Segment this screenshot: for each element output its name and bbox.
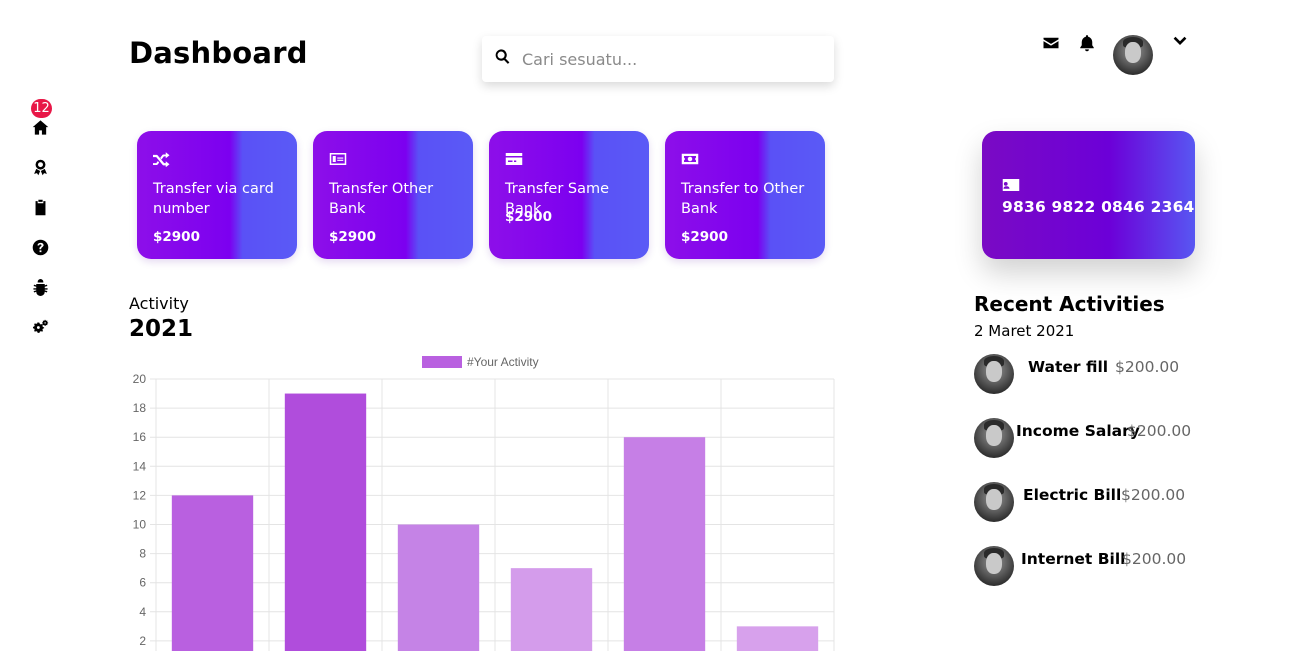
search-input[interactable] <box>522 47 812 71</box>
credit-card-icon <box>505 151 523 167</box>
transfer-card-to-other-bank[interactable]: Transfer to Other Bank $2900 <box>665 131 825 259</box>
search-icon[interactable] <box>494 48 511 65</box>
card-amount: $2900 <box>681 229 728 245</box>
activity-amount: $200.00 <box>1121 486 1186 504</box>
messages-button[interactable] <box>1042 34 1060 52</box>
sidebar-item-help[interactable] <box>28 235 52 259</box>
sidebar-item-bug[interactable] <box>28 275 52 299</box>
page-title: Dashboard <box>129 36 308 70</box>
y-tick-label: 2 <box>139 634 146 648</box>
y-tick-label: 12 <box>133 488 147 502</box>
card-amount: $2900 <box>505 209 552 225</box>
chart-bar[interactable] <box>397 524 480 651</box>
activity-name: Income Salary <box>1016 422 1140 440</box>
chevron-down-icon <box>1173 36 1187 45</box>
activity-item[interactable]: Income Salary $200.00 <box>974 418 1214 458</box>
home-icon <box>32 119 48 135</box>
user-menu-toggle[interactable] <box>1171 33 1189 51</box>
bell-icon <box>1080 35 1094 52</box>
money-bill-icon <box>681 151 699 167</box>
chart-bar[interactable] <box>284 393 367 651</box>
card-amount: $2900 <box>329 229 376 245</box>
sidebar-item-home[interactable] <box>28 115 52 139</box>
y-tick-label: 18 <box>133 401 147 415</box>
activity-name: Electric Bill <box>1023 486 1122 504</box>
activity-amount: $200.00 <box>1122 550 1187 568</box>
avatar-face <box>1125 42 1141 63</box>
avatar <box>974 354 1014 394</box>
avatar-face <box>986 489 1002 510</box>
search-box <box>482 36 834 82</box>
gears-icon <box>32 319 48 333</box>
activity-year: 2021 <box>129 316 194 342</box>
card-label: Transfer via card number <box>153 181 274 217</box>
activity-label: Activity <box>129 294 189 313</box>
y-tick-label: 4 <box>139 605 146 619</box>
avatar <box>974 418 1014 458</box>
avatar-face <box>986 553 1002 574</box>
activity-amount: $200.00 <box>1127 422 1192 440</box>
money-card-icon <box>329 151 347 167</box>
activity-item[interactable]: Internet Bill $200.00 <box>974 546 1214 586</box>
activity-name: Water fill <box>1028 358 1109 376</box>
activity-item[interactable]: Water fill $200.00 <box>974 354 1214 394</box>
legend-swatch[interactable] <box>422 356 462 368</box>
user-avatar[interactable] <box>1113 35 1153 75</box>
bank-card[interactable]: 9836 9822 0846 2364 <box>982 131 1195 259</box>
envelope-icon <box>1043 37 1059 49</box>
activity-chart: #Your Activity 2 4 6 8 10 12 14 16 18 20 <box>120 350 840 651</box>
notification-badge: 12 <box>31 99 52 118</box>
transfer-card-same-bank[interactable]: Transfer Same Bank $2900 <box>489 131 649 259</box>
transfer-card-other-bank[interactable]: Transfer Other Bank $2900 <box>313 131 473 259</box>
chart-bar[interactable] <box>623 437 706 651</box>
legend-label: #Your Activity <box>467 355 539 369</box>
card-label: Transfer to Other Bank <box>681 181 805 217</box>
avatar-face <box>986 361 1002 382</box>
activity-item[interactable]: Electric Bill $200.00 <box>974 482 1214 522</box>
y-tick-label: 20 <box>133 372 147 386</box>
activity-bar-chart: #Your Activity 2 4 6 8 10 12 14 16 18 20 <box>133 355 835 651</box>
sidebar: 12 <box>0 0 80 651</box>
avatar <box>974 482 1014 522</box>
y-tick-label: 10 <box>133 518 147 532</box>
sidebar-item-award[interactable] <box>28 155 52 179</box>
avatar <box>974 546 1014 586</box>
chart-bar[interactable] <box>736 626 819 651</box>
sidebar-item-clipboard[interactable] <box>28 195 52 219</box>
bug-icon <box>32 278 48 296</box>
id-card-icon <box>1002 177 1020 191</box>
award-icon <box>33 159 47 175</box>
card-amount: $2900 <box>153 229 200 245</box>
transfer-card-card-number[interactable]: Transfer via card number $2900 <box>137 131 297 259</box>
activity-name: Internet Bill <box>1021 550 1126 568</box>
sidebar-item-settings[interactable] <box>28 315 52 339</box>
question-icon <box>32 239 48 255</box>
y-tick-label: 8 <box>139 547 146 561</box>
shuffle-icon <box>153 151 171 168</box>
recent-activities-title: Recent Activities <box>974 292 1165 316</box>
y-tick-label: 6 <box>139 576 146 590</box>
avatar-face <box>986 425 1002 446</box>
card-label: Transfer Other Bank <box>329 181 434 217</box>
recent-activities-date: 2 Maret 2021 <box>974 322 1075 340</box>
chart-bar[interactable] <box>510 568 593 651</box>
y-tick-label: 16 <box>133 430 147 444</box>
notifications-button[interactable] <box>1078 34 1096 52</box>
card-number: 9836 9822 0846 2364 <box>1002 198 1195 216</box>
y-tick-label: 14 <box>133 459 147 473</box>
clipboard-icon <box>35 199 45 215</box>
activity-amount: $200.00 <box>1115 358 1180 376</box>
chart-bar[interactable] <box>171 495 254 651</box>
